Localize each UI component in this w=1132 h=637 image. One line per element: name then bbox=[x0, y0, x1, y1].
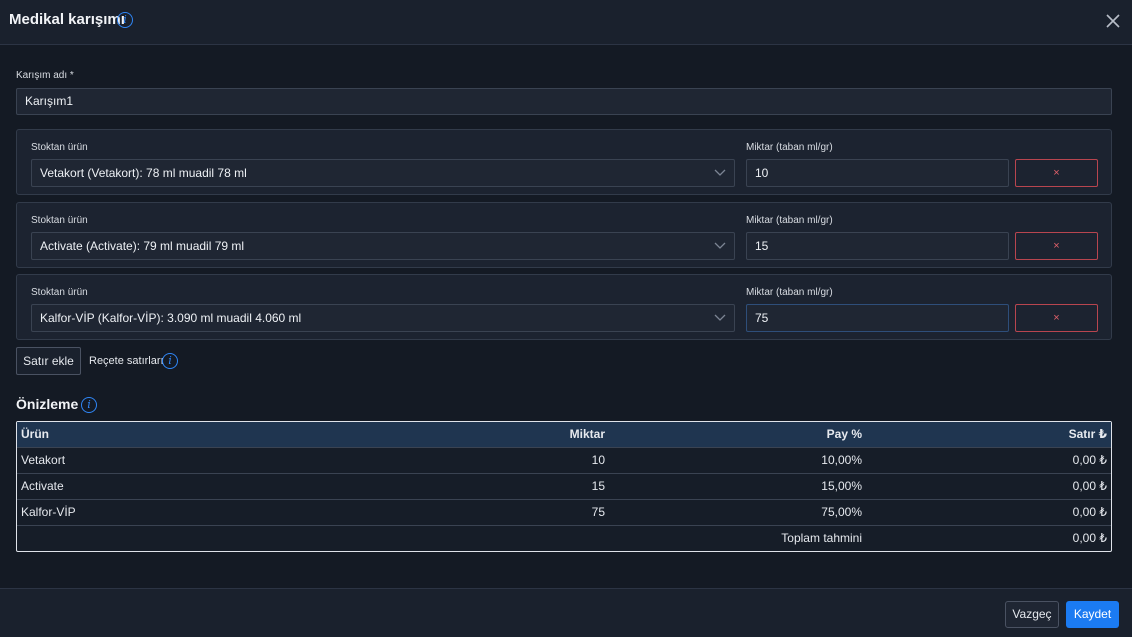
recipe-lines-label: Reçete satırları bbox=[89, 355, 164, 367]
ingredient-row: Stoktan ürün Miktar (taban ml/gr) Activa… bbox=[16, 202, 1112, 268]
mix-name-label: Karışım adı * bbox=[16, 70, 74, 81]
quantity-label: Miktar (taban ml/gr) bbox=[746, 215, 833, 226]
quantity-input[interactable]: 10 bbox=[746, 159, 1009, 187]
close-icon bbox=[1106, 14, 1120, 28]
modal-header: Medikal karışımı i bbox=[0, 0, 1132, 45]
add-row-button[interactable]: Satır ekle bbox=[16, 347, 81, 375]
quantity-input[interactable]: 15 bbox=[746, 232, 1009, 260]
save-button[interactable]: Kaydet bbox=[1066, 601, 1119, 628]
quantity-label: Miktar (taban ml/gr) bbox=[746, 142, 833, 153]
total-label: Toplam tahmini bbox=[781, 531, 862, 545]
chevron-down-icon bbox=[714, 314, 726, 321]
modal-title: Medikal karışımı bbox=[9, 11, 125, 28]
info-icon[interactable]: i bbox=[117, 12, 133, 28]
cell-line-price: 0,00 ₺ bbox=[1072, 453, 1107, 467]
column-header-product: Ürün bbox=[21, 427, 49, 441]
cell-product: Vetakort bbox=[21, 453, 66, 467]
close-button[interactable] bbox=[1102, 10, 1124, 32]
column-header-line-price: Satır ₺ bbox=[1068, 427, 1107, 441]
quantity-label: Miktar (taban ml/gr) bbox=[746, 287, 833, 298]
total-value: 0,00 ₺ bbox=[1072, 531, 1107, 545]
info-icon[interactable]: i bbox=[162, 353, 178, 369]
product-select-value: Activate (Activate): 79 ml muadil 79 ml bbox=[40, 239, 245, 253]
cell-share: 15,00% bbox=[821, 479, 862, 493]
preview-table: Ürün Miktar Pay % Satır ₺ Vetakort 10 10… bbox=[16, 421, 1112, 552]
product-select-value: Vetakort (Vetakort): 78 ml muadil 78 ml bbox=[40, 166, 247, 180]
remove-row-button[interactable]: × bbox=[1015, 159, 1098, 187]
table-row: Vetakort 10 10,00% 0,00 ₺ bbox=[17, 448, 1111, 474]
cell-share: 10,00% bbox=[821, 453, 862, 467]
cell-line-price: 0,00 ₺ bbox=[1072, 479, 1107, 493]
cell-product: Activate bbox=[21, 479, 64, 493]
table-row: Kalfor-VİP 75 75,00% 0,00 ₺ bbox=[17, 500, 1111, 526]
cell-quantity: 15 bbox=[591, 479, 605, 493]
chevron-down-icon bbox=[714, 169, 726, 176]
product-select-value: Kalfor-VİP (Kalfor-VİP): 3.090 ml muadil… bbox=[40, 311, 302, 325]
cell-quantity: 10 bbox=[591, 453, 605, 467]
cell-share: 75,00% bbox=[821, 505, 862, 519]
preview-title: Önizleme bbox=[16, 396, 79, 412]
product-label: Stoktan ürün bbox=[31, 287, 88, 298]
column-header-share: Pay % bbox=[826, 427, 862, 441]
quantity-input[interactable]: 75 bbox=[746, 304, 1009, 332]
product-label: Stoktan ürün bbox=[31, 142, 88, 153]
remove-row-button[interactable]: × bbox=[1015, 304, 1098, 332]
remove-row-button[interactable]: × bbox=[1015, 232, 1098, 260]
table-header-row: Ürün Miktar Pay % Satır ₺ bbox=[17, 422, 1111, 448]
info-icon[interactable]: i bbox=[81, 397, 97, 413]
ingredient-row: Stoktan ürün Miktar (taban ml/gr) Kalfor… bbox=[16, 274, 1112, 340]
ingredient-row: Stoktan ürün Miktar (taban ml/gr) Vetako… bbox=[16, 129, 1112, 195]
table-row: Activate 15 15,00% 0,00 ₺ bbox=[17, 474, 1111, 500]
cell-product: Kalfor-VİP bbox=[21, 505, 76, 519]
product-select[interactable]: Activate (Activate): 79 ml muadil 79 ml bbox=[31, 232, 735, 260]
table-total-row: Toplam tahmini 0,00 ₺ bbox=[17, 526, 1111, 552]
cell-quantity: 75 bbox=[591, 505, 605, 519]
chevron-down-icon bbox=[714, 242, 726, 249]
modal-footer: Vazgeç Kaydet bbox=[0, 588, 1132, 637]
cancel-button[interactable]: Vazgeç bbox=[1005, 601, 1059, 628]
column-header-quantity: Miktar bbox=[569, 427, 605, 441]
product-label: Stoktan ürün bbox=[31, 215, 88, 226]
cell-line-price: 0,00 ₺ bbox=[1072, 505, 1107, 519]
product-select[interactable]: Vetakort (Vetakort): 78 ml muadil 78 ml bbox=[31, 159, 735, 187]
mix-name-input[interactable]: Karışım1 bbox=[16, 88, 1112, 115]
product-select[interactable]: Kalfor-VİP (Kalfor-VİP): 3.090 ml muadil… bbox=[31, 304, 735, 332]
